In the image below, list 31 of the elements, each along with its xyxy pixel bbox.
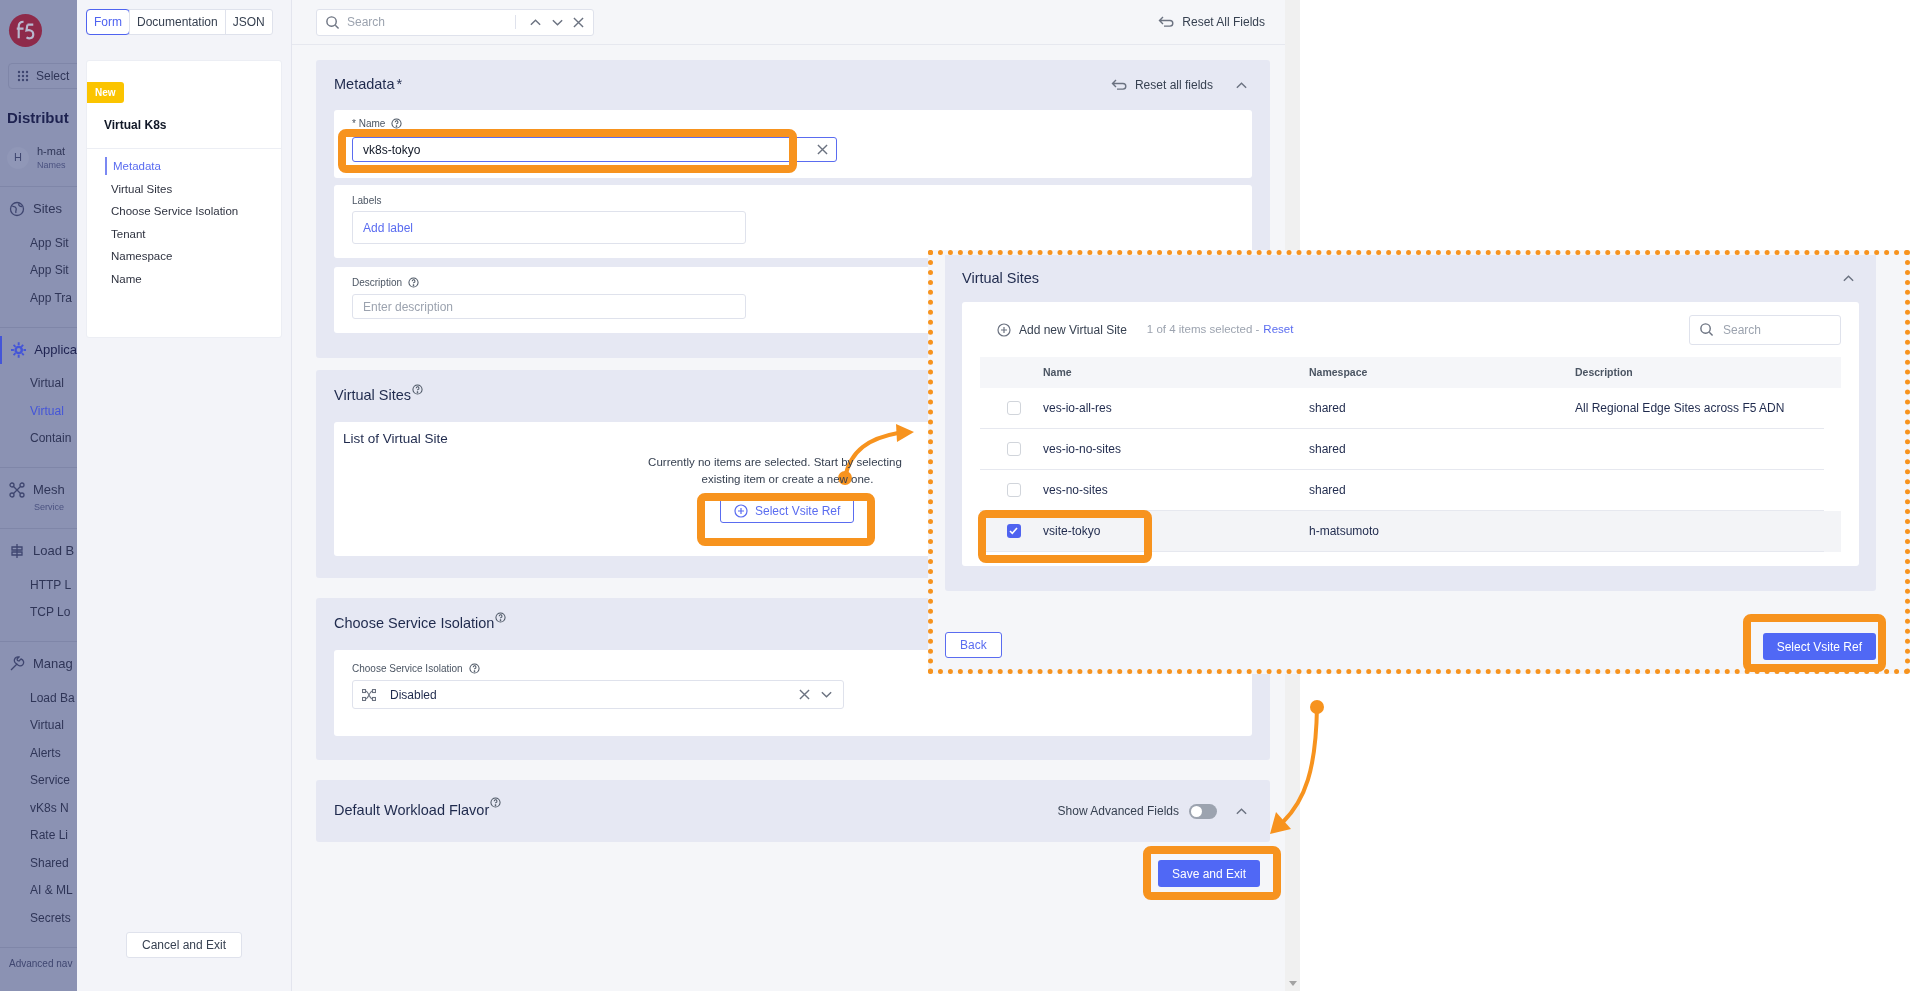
table-cell-text: h-matsumoto <box>1309 523 1380 540</box>
app-title: Distribut <box>7 107 69 128</box>
table-cell-text: vsite-tokyo <box>1043 523 1101 540</box>
namespace-name: h-mat <box>37 143 66 159</box>
namespace-label: Names <box>37 159 66 172</box>
resource-title: Virtual K8s <box>104 118 167 132</box>
list-title: List of Virtual Site <box>343 430 448 448</box>
namespace-avatar: H <box>7 146 29 169</box>
field-label: Description <box>352 275 403 290</box>
column-header: Namespace <box>1309 364 1369 380</box>
section-title: Choose Service Isolation <box>334 614 495 634</box>
field-label: Labels <box>352 194 383 207</box>
table-cell-text: All Regional Edge Sites across F5 ADN <box>1575 400 1785 417</box>
table-cell-text: ves-no-sites <box>1043 482 1108 499</box>
new-badge: New <box>87 82 124 103</box>
table-cell-text: shared <box>1309 441 1346 458</box>
selection-count: 1 of 4 items selected - <box>1146 321 1260 337</box>
column-header: Name <box>1043 364 1073 380</box>
section-title: Metadata <box>334 75 395 95</box>
field-label: * Name <box>352 116 386 131</box>
section-title: Virtual Sites <box>334 386 412 406</box>
toggle-label: Show Advanced Fields <box>1057 803 1179 820</box>
section-title: Default Workload Flavor <box>334 801 490 821</box>
table-cell-text: ves-io-no-sites <box>1043 441 1122 458</box>
field-label: Choose Service Isolation <box>352 661 463 676</box>
column-header: Description <box>1575 364 1634 380</box>
required-mark: * <box>396 75 403 95</box>
table-cell-text: ves-io-all-res <box>1043 400 1112 417</box>
section-title: Virtual Sites <box>962 268 1040 288</box>
table-cell-text: shared <box>1309 482 1346 499</box>
table-cell-text: shared <box>1309 400 1346 417</box>
